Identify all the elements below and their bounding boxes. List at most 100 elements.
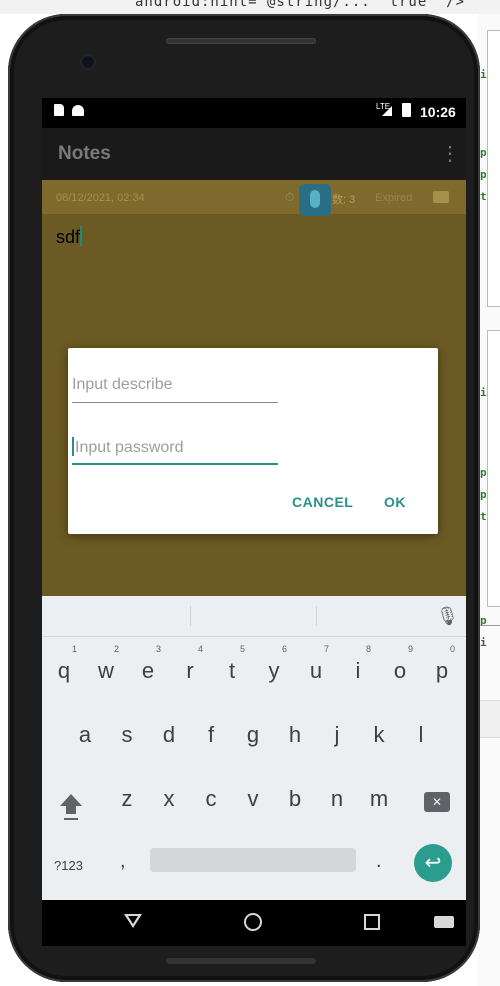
key-hint: 9 — [408, 644, 414, 654]
phone-frame: LTE 10:26 Notes ⋮ 08/12/2021, 02:34 ⏱ 数:… — [8, 14, 480, 982]
sd-card-icon — [54, 104, 64, 116]
key-y[interactable]: y — [255, 658, 293, 684]
describe-input[interactable]: Input describe — [72, 376, 278, 403]
suggestion-strip: 🎙 — [42, 596, 466, 637]
key-s[interactable]: s — [108, 722, 146, 748]
expired-label: Expired — [375, 192, 413, 204]
app-title: Notes — [58, 143, 111, 164]
microphone-icon — [310, 190, 320, 208]
key-z[interactable]: z — [108, 786, 146, 812]
ide-code-char: p — [480, 488, 487, 501]
key-k[interactable]: k — [360, 722, 398, 748]
key-period[interactable]: . — [376, 850, 382, 873]
key-e[interactable]: e — [129, 658, 167, 684]
note-header: 08/12/2021, 02:34 ⏱ 数: 3 Expired — [42, 180, 466, 216]
key-w[interactable]: w — [87, 658, 125, 684]
key-a[interactable]: a — [66, 722, 104, 748]
text-cursor — [80, 226, 83, 246]
navigation-bar — [42, 900, 466, 946]
note-editor: 08/12/2021, 02:34 ⏱ 数: 3 Expired sdf Inp… — [42, 180, 466, 596]
key-l[interactable]: l — [402, 722, 440, 748]
key-comma[interactable]: , — [120, 850, 126, 873]
cancel-button[interactable]: CANCEL — [292, 494, 353, 510]
shift-icon[interactable] — [58, 792, 84, 822]
key-u[interactable]: u — [297, 658, 335, 684]
symbols-key[interactable]: ?123 — [54, 858, 83, 873]
key-i[interactable]: i — [339, 658, 377, 684]
key-hint: 5 — [240, 644, 246, 654]
ide-code-panel-1 — [487, 30, 500, 307]
key-q[interactable]: q — [45, 658, 83, 684]
bottom-speaker — [166, 958, 316, 964]
key-hint: 1 — [72, 644, 78, 654]
key-n[interactable]: n — [318, 786, 356, 812]
password-placeholder: Input password — [75, 439, 184, 456]
keyboard-microphone-icon[interactable]: 🎙 — [436, 606, 459, 627]
earpiece-speaker — [166, 38, 316, 44]
note-date: 08/12/2021, 02:34 — [56, 192, 145, 204]
key-g[interactable]: g — [234, 722, 272, 748]
key-hint: 3 — [156, 644, 162, 654]
ok-button[interactable]: OK — [384, 494, 406, 510]
signal-icon — [382, 106, 392, 116]
ide-code-panel-2 — [487, 330, 500, 607]
key-p[interactable]: p — [423, 658, 461, 684]
keyboard-switch-icon[interactable] — [434, 916, 454, 928]
overflow-menu-icon[interactable]: ⋮ — [438, 142, 462, 166]
space-bar[interactable] — [150, 848, 356, 872]
note-count: 数: 3 — [332, 194, 356, 206]
ide-toolbar-strip: android:hint="@string/..." true" /> — [0, 0, 500, 14]
note-body[interactable]: sdf — [56, 226, 83, 248]
key-hint: 4 — [198, 644, 204, 654]
key-hint: 2 — [114, 644, 120, 654]
key-t[interactable]: t — [213, 658, 251, 684]
key-o[interactable]: o — [381, 658, 419, 684]
key-hint: 7 — [324, 644, 330, 654]
alarm-icon[interactable]: ⏱ — [285, 190, 294, 205]
soft-keyboard: 🎙 q w e r t y u i o p 1 2 3 4 5 6 7 8 9 … — [42, 596, 466, 900]
device-screen: LTE 10:26 Notes ⋮ 08/12/2021, 02:34 ⏱ 数:… — [42, 98, 466, 946]
key-d[interactable]: d — [150, 722, 188, 748]
note-body-text: sdf — [56, 227, 81, 247]
folder-icon[interactable] — [433, 191, 449, 203]
front-camera — [82, 56, 94, 68]
ide-code-char: t — [480, 190, 487, 203]
ide-code-char: p — [480, 466, 487, 479]
suggestion-divider — [316, 606, 317, 626]
key-m[interactable]: m — [360, 786, 398, 812]
status-time: 10:26 — [420, 104, 456, 120]
key-r[interactable]: r — [171, 658, 209, 684]
key-c[interactable]: c — [192, 786, 230, 812]
key-hint: 6 — [282, 644, 288, 654]
key-x[interactable]: x — [150, 786, 188, 812]
ide-code-line: android:hint="@string/..." true" /> — [135, 0, 466, 10]
app-bar: Notes ⋮ — [42, 128, 466, 180]
ide-code-char: i — [480, 68, 487, 81]
voice-input-button[interactable] — [299, 184, 331, 216]
android-icon — [72, 105, 84, 116]
password-dialog: Input describe Input password CANCEL OK — [68, 348, 438, 534]
key-f[interactable]: f — [192, 722, 230, 748]
key-v[interactable]: v — [234, 786, 272, 812]
ide-code-char: i — [480, 386, 487, 399]
ide-code-char: i — [480, 636, 487, 649]
backspace-icon[interactable]: ✕ — [424, 792, 450, 812]
describe-placeholder: Input describe — [72, 376, 173, 393]
home-icon[interactable] — [244, 913, 262, 931]
back-icon-inner — [128, 916, 138, 924]
key-j[interactable]: j — [318, 722, 356, 748]
ide-gutter — [478, 700, 500, 738]
key-hint: 0 — [450, 644, 456, 654]
recent-apps-icon[interactable] — [364, 914, 380, 930]
ide-divider — [478, 625, 500, 626]
input-cursor — [72, 437, 74, 456]
key-b[interactable]: b — [276, 786, 314, 812]
key-hint: 8 — [366, 644, 372, 654]
status-bar: LTE 10:26 — [42, 98, 466, 128]
enter-key-icon[interactable]: ↩ — [414, 844, 452, 882]
suggestion-divider — [190, 606, 191, 626]
password-input[interactable]: Input password — [72, 437, 278, 465]
key-h[interactable]: h — [276, 722, 314, 748]
battery-icon — [402, 103, 411, 117]
ide-code-char: t — [480, 510, 487, 523]
